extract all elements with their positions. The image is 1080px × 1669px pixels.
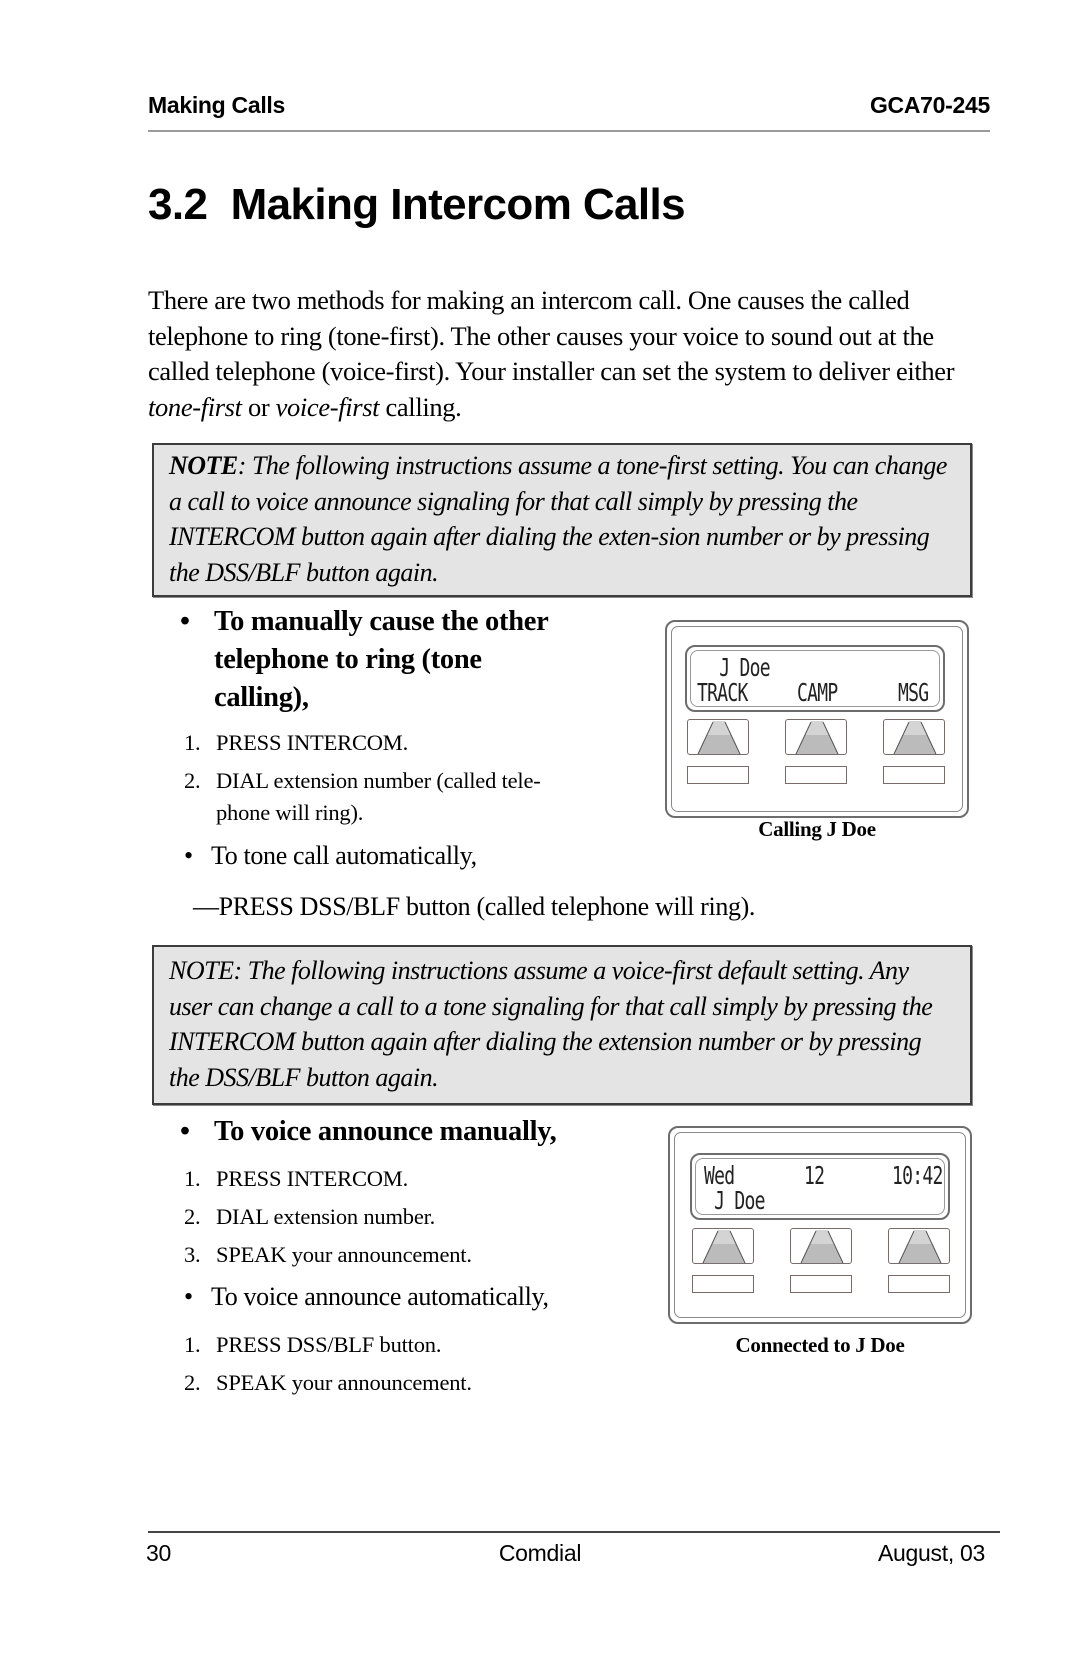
lamp-button [687, 766, 749, 784]
step-text: phone will ring). [216, 800, 364, 825]
phone-illustration-connected: Wed 12 10:42 J Doe [668, 1126, 972, 1324]
display-date: 12 [804, 1161, 825, 1190]
step-text: DIAL extension number (called tele- [216, 768, 541, 793]
heading-line: telephone to ring (tone [214, 644, 482, 675]
list-item: 1. PRESS DSS/BLF button. [184, 1329, 624, 1361]
bullet: • [184, 1282, 193, 1311]
intro-em-tone-first: tone-first [148, 391, 242, 422]
running-header-section: Making Calls [148, 92, 285, 118]
footer-date: August, 03 [878, 1540, 985, 1566]
lamp-button [790, 1275, 852, 1293]
display-time: 10:42 [892, 1161, 943, 1190]
list-item: 1. PRESS INTERCOM. [184, 727, 624, 759]
header-rule [148, 130, 990, 132]
footer-publisher: Comdial [498, 1540, 582, 1566]
softkey-label-msg: MSG [898, 678, 929, 707]
sub-bullet-tone-auto: • To tone call automatically, [184, 839, 624, 873]
softkey-button [790, 1228, 852, 1264]
heading-line: To manually cause the other [214, 606, 549, 637]
triangle-icon [898, 1230, 942, 1264]
triangle-icon [795, 721, 839, 755]
sub-bullet-text: To tone call automatically, [211, 841, 477, 870]
bullet: • [180, 606, 190, 637]
phone-illustration-calling: J Doe TRACK CAMP MSG [665, 620, 969, 818]
step-text: SPEAK your announcement. [216, 1242, 472, 1267]
section-heading-voice-announce: • To voice announce manually, [180, 1113, 620, 1151]
page-title: 3.2 Making Intercom Calls [148, 180, 686, 229]
softkey-button [888, 1228, 950, 1264]
section-heading-tone-calling: • To manually cause the other telephone … [180, 603, 600, 717]
step-number: 2. [184, 1370, 201, 1395]
note-text: : The following instructions assume a to… [169, 451, 947, 587]
page-number: 30 [146, 1540, 171, 1566]
intro-paragraph: There are two methods for making an inte… [148, 283, 978, 425]
softkey-label-camp: CAMP [797, 678, 838, 707]
lamp-button [883, 766, 945, 784]
sub-bullet-text: To voice announce automatically, [211, 1282, 549, 1311]
figure-caption-connected: Connected to J Doe [735, 1333, 905, 1357]
triangle-icon [893, 721, 937, 755]
triangle-icon [800, 1230, 844, 1264]
softkey-button [687, 719, 749, 755]
heading-line: To voice announce manually, [214, 1116, 557, 1147]
triangle-icon [697, 721, 741, 755]
list-item: 2. SPEAK your announcement. [184, 1367, 624, 1399]
softkey-button [692, 1228, 754, 1264]
display-day: Wed [704, 1161, 735, 1190]
note-label: NOTE [169, 451, 238, 480]
softkey-button [883, 719, 945, 755]
step-text: DIAL extension number. [216, 1204, 436, 1229]
step-text: PRESS INTERCOM. [216, 730, 409, 755]
step-number: 1. [184, 1332, 201, 1357]
intro-em-voice-first: voice-first [275, 391, 380, 422]
triangle-icon [702, 1230, 746, 1264]
list-item: 2. DIAL extension number. [184, 1201, 624, 1233]
softkey-button [785, 719, 847, 755]
softkey-label-track: TRACK [697, 678, 748, 707]
lamp-button [785, 766, 847, 784]
lamp-button [692, 1275, 754, 1293]
heading-line: calling), [214, 682, 309, 713]
step-text: PRESS INTERCOM. [216, 1166, 409, 1191]
footer-rule [148, 1531, 1000, 1533]
step-number: 3. [184, 1242, 201, 1267]
phone-display: Wed 12 10:42 J Doe [690, 1153, 950, 1220]
display-line-name: J Doe [704, 1186, 765, 1215]
list-item: 1. PRESS INTERCOM. [184, 1163, 624, 1195]
intro-text-end: calling. [379, 391, 462, 422]
display-line-name: J Doe [699, 653, 770, 682]
step-number: 2. [184, 768, 201, 793]
note-text: NOTE: The following instructions assume … [169, 956, 933, 1092]
running-header-doc-id: GCA70-245 [869, 92, 990, 118]
note-box-voice-first: NOTE: The following instructions assume … [152, 945, 972, 1105]
running-header: Making Calls GCA70-245 [148, 92, 990, 126]
note-box-tone-first: NOTE: The following instructions assume … [152, 443, 972, 597]
tone-auto-instruction: —PRESS DSS/BLF button (called telephone … [193, 892, 756, 921]
step-text: PRESS DSS/BLF button. [216, 1332, 442, 1357]
phone-display: J Doe TRACK CAMP MSG [685, 645, 945, 712]
intro-text-mid: or [241, 391, 276, 422]
step-number: 2. [184, 1204, 201, 1229]
lamp-button [888, 1275, 950, 1293]
list-item: 2. DIAL extension number (called tele- p… [184, 765, 624, 829]
intro-text: There are two methods for making an inte… [148, 285, 955, 386]
bullet: • [180, 1116, 190, 1147]
figure-caption-calling: Calling J Doe [758, 817, 876, 841]
step-number: 1. [184, 1166, 201, 1191]
list-item: 3. SPEAK your announcement. [184, 1239, 624, 1271]
sub-bullet-voice-auto: • To voice announce automatically, [184, 1280, 624, 1314]
step-number: 1. [184, 730, 201, 755]
step-text: SPEAK your announcement. [216, 1370, 472, 1395]
bullet: • [184, 841, 193, 870]
